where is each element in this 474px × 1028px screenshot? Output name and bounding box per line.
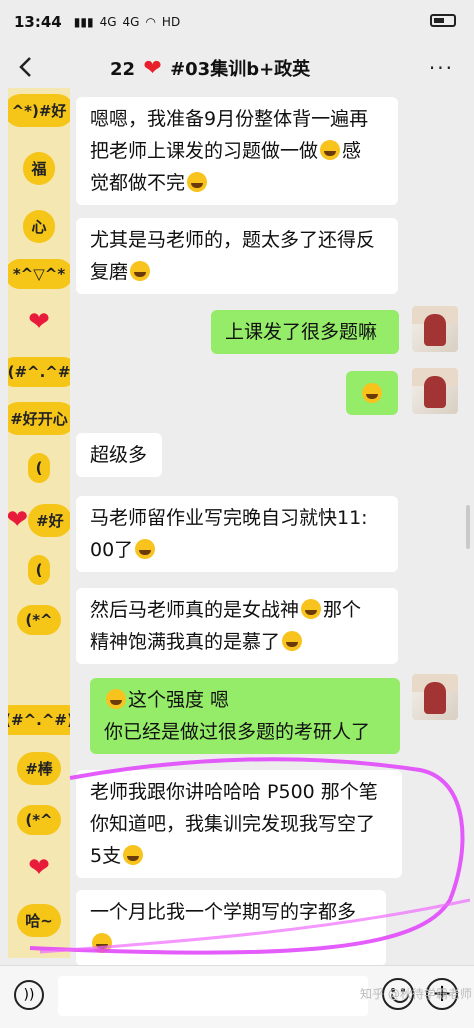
speaker-icon: )) — [23, 987, 35, 1003]
message-input[interactable] — [58, 976, 368, 1016]
highlight-annotation — [29, 757, 471, 955]
voice-button[interactable]: )) — [14, 980, 44, 1010]
scrollbar[interactable] — [466, 505, 470, 549]
watermark: 知乎 @秋待学霸老师 — [360, 987, 472, 1001]
